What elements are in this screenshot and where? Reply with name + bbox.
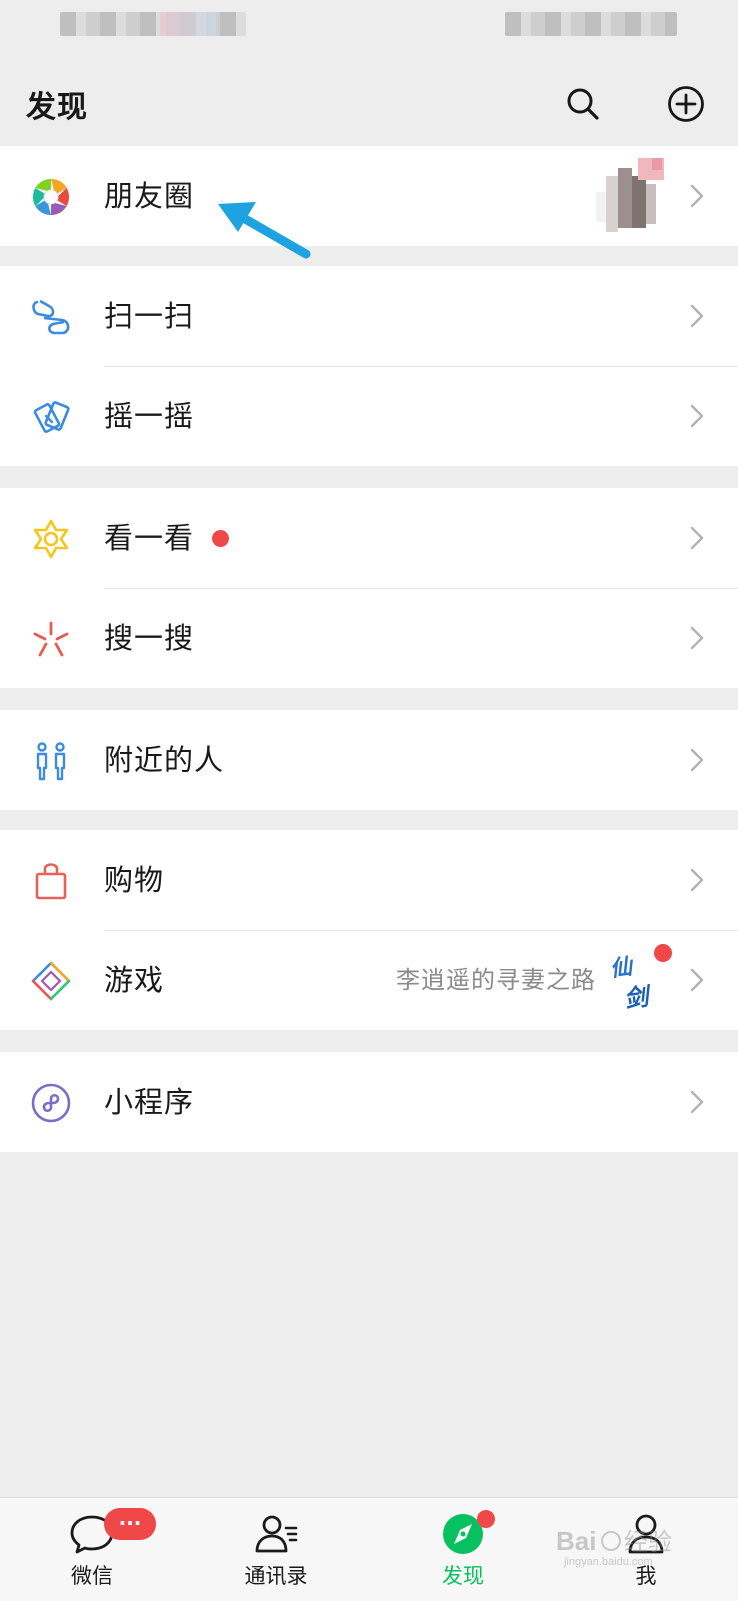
cell-shopping[interactable]: 购物 [0, 830, 738, 930]
chevron-right-icon [690, 304, 704, 328]
chevron-right-icon [690, 868, 704, 892]
top-stories-red-dot [212, 530, 229, 547]
nav-bar: 发现 [0, 60, 738, 146]
tab-contacts[interactable]: 通讯录 [216, 1498, 336, 1601]
discover-red-dot [477, 1510, 495, 1528]
search-button[interactable] [561, 82, 605, 126]
person-icon [628, 1514, 664, 1554]
cell-shake-label: 摇一摇 [104, 399, 195, 433]
cell-people-nearby-label: 附近的人 [104, 743, 225, 777]
status-bar-right-blurred [505, 12, 677, 36]
tab-me-label: 我 [635, 1564, 657, 1588]
tab-contacts-label: 通讯录 [244, 1564, 308, 1588]
tab-chats-label: 微信 [71, 1564, 113, 1588]
contacts-icon [255, 1515, 298, 1553]
games-promo-text: 李逍遥的寻妻之路 [396, 966, 596, 994]
chevron-right-icon [690, 1090, 704, 1114]
cell-shake[interactable]: 摇一摇 [0, 366, 738, 466]
top-stories-icon [33, 519, 69, 559]
mini-programs-icon [31, 1083, 71, 1123]
tab-me[interactable]: 我 [586, 1498, 706, 1601]
game-logo-image: 仙 剑 [608, 953, 654, 1014]
moments-thumbnail-blurred [596, 158, 680, 236]
group-scan-shake: 扫一扫 摇一摇 [0, 266, 738, 466]
cell-mini-programs-label: 小程序 [104, 1085, 195, 1119]
cell-top-stories[interactable]: 看一看 [0, 488, 738, 588]
cell-games-label: 游戏 [104, 963, 165, 997]
shopping-bag-icon [35, 863, 67, 900]
scan-icon [32, 299, 70, 335]
group-shopping-games: 购物 游戏 李逍遥的寻妻之路 仙 剑 [0, 830, 738, 1030]
shake-icon [33, 401, 70, 433]
cell-scan[interactable]: 扫一扫 [0, 266, 738, 366]
cell-scan-label: 扫一扫 [104, 299, 195, 333]
games-red-dot [654, 944, 672, 962]
cell-top-stories-label: 看一看 [104, 521, 195, 555]
chevron-right-icon [690, 526, 704, 550]
bottom-tab-bar: ··· 微信 通讯录 发现 我 [0, 1497, 738, 1601]
tab-discover[interactable]: 发现 [403, 1498, 523, 1601]
group-moments: 朋友圈 [0, 146, 738, 246]
cell-games[interactable]: 游戏 李逍遥的寻妻之路 仙 剑 [0, 930, 738, 1030]
group-nearby: 附近的人 [0, 710, 738, 810]
search-sparkle-icon [33, 621, 69, 657]
cell-people-nearby[interactable]: 附近的人 [0, 710, 738, 810]
svg-text:剑: 剑 [622, 981, 654, 1014]
tab-chats[interactable]: ··· 微信 [32, 1498, 156, 1601]
search-icon [567, 88, 599, 120]
status-bar-left-blurred [60, 12, 246, 36]
chats-unread-badge: ··· [104, 1508, 156, 1540]
chevron-right-icon [690, 968, 704, 992]
games-diamond-icon [31, 961, 71, 1001]
people-nearby-icon [36, 742, 66, 781]
cell-search[interactable]: 搜一搜 [0, 588, 738, 688]
cell-search-label: 搜一搜 [104, 621, 195, 655]
page-title: 发现 [26, 90, 88, 125]
status-bar [0, 0, 738, 60]
group-topstories-search: 看一看 搜一搜 [0, 488, 738, 688]
chevron-right-icon [690, 404, 704, 428]
chevron-right-icon [690, 748, 704, 772]
moments-aperture-icon [32, 178, 70, 216]
cell-mini-programs[interactable]: 小程序 [0, 1052, 738, 1152]
chevron-right-icon [690, 184, 704, 208]
tab-discover-label: 发现 [442, 1564, 484, 1588]
cell-moments[interactable]: 朋友圈 [0, 146, 738, 246]
plus-circle-icon [668, 86, 704, 122]
svg-text:仙: 仙 [608, 953, 636, 982]
cell-shopping-label: 购物 [104, 863, 165, 897]
add-button[interactable] [664, 82, 708, 126]
chevron-right-icon [690, 626, 704, 650]
cell-moments-label: 朋友圈 [104, 179, 195, 213]
group-mini-programs: 小程序 [0, 1052, 738, 1152]
